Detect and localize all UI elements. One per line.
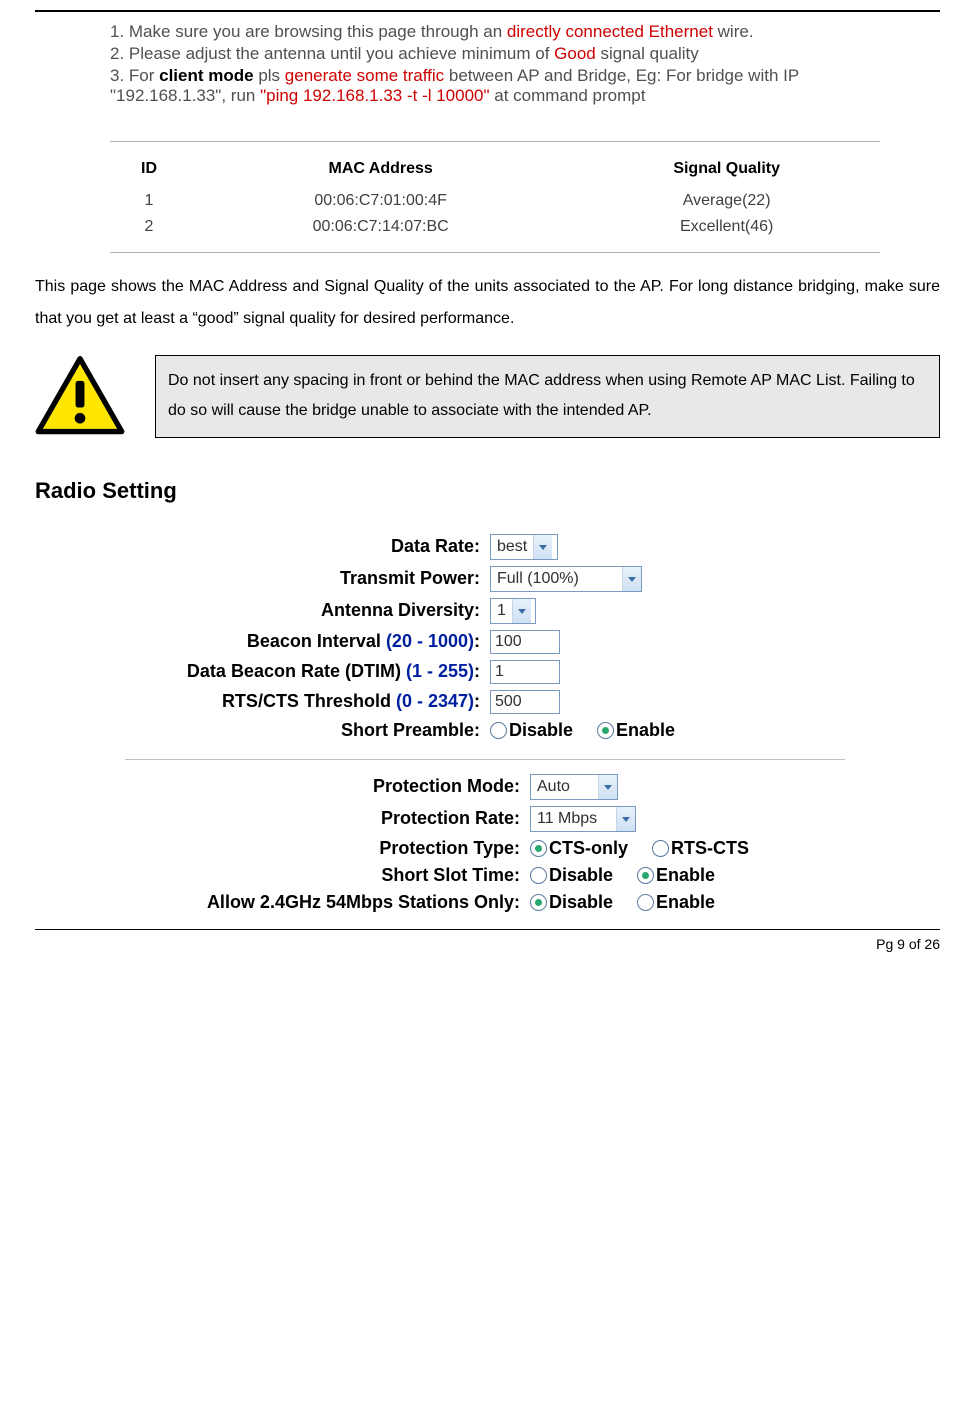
chevron-down-icon [622,567,641,591]
select-protection-rate[interactable]: 11 Mbps [530,806,636,832]
radio-allow24-enable[interactable]: Enable [637,892,715,913]
input-beacon-interval[interactable]: 100 [490,630,560,654]
table-row: 2 00:06:C7:14:07:BC Excellent(46) [110,214,880,240]
radio-settings-screenshot: Data Rate: best Transmit Power: Full (10… [135,534,940,913]
label-protection-type: Protection Type: [135,838,530,859]
input-dtim[interactable]: 1 [490,660,560,684]
label-beacon-interval: Beacon Interval (20 - 1000): [135,631,490,652]
table-row: 1 00:06:C7:01:00:4F Average(22) [110,188,880,214]
label-data-rate: Data Rate: [135,536,490,557]
section-heading-radio-setting: Radio Setting [35,478,940,504]
instruction-2: 2. Please adjust the antenna until you a… [110,44,880,64]
label-protection-mode: Protection Mode: [135,776,530,797]
label-dtim: Data Beacon Rate (DTIM) (1 - 255): [135,661,490,682]
label-short-preamble: Short Preamble: [135,720,490,741]
chevron-down-icon [512,599,531,623]
select-transmit-power[interactable]: Full (100%) [490,566,642,592]
signal-quality-table: ID MAC Address Signal Quality 1 00:06:C7… [110,150,880,240]
radio-short-slot-enable[interactable]: Enable [637,865,715,886]
col-sq: Signal Quality [573,150,880,188]
col-id: ID [110,150,188,188]
radio-allow24-disable[interactable]: Disable [530,892,613,913]
signal-quality-screenshot: 1. Make sure you are browsing this page … [110,22,880,253]
chevron-down-icon [616,807,635,831]
instruction-3: 3. For client mode pls generate some tra… [110,66,880,106]
label-antenna-diversity: Antenna Diversity: [135,600,490,621]
input-rtscts[interactable]: 500 [490,690,560,714]
instruction-1: 1. Make sure you are browsing this page … [110,22,880,42]
radio-protection-cts-only[interactable]: CTS-only [530,838,628,859]
radio-short-preamble-disable[interactable]: Disable [490,720,573,741]
warning-text: Do not insert any spacing in front or be… [155,355,940,438]
label-short-slot: Short Slot Time: [135,865,530,886]
col-mac: MAC Address [188,150,573,188]
select-data-rate[interactable]: best [490,534,558,560]
radio-protection-rts-cts[interactable]: RTS-CTS [652,838,749,859]
page-number: Pg 9 of 26 [35,930,940,972]
label-protection-rate: Protection Rate: [135,808,530,829]
radio-short-slot-disable[interactable]: Disable [530,865,613,886]
radio-short-preamble-enable[interactable]: Enable [597,720,675,741]
select-protection-mode[interactable]: Auto [530,774,618,800]
select-antenna-diversity[interactable]: 1 [490,598,536,624]
warning-icon [35,356,125,436]
label-allow-24ghz: Allow 2.4GHz 54Mbps Stations Only: [135,892,530,913]
label-transmit-power: Transmit Power: [135,568,490,589]
body-paragraph: This page shows the MAC Address and Sign… [35,271,940,335]
chevron-down-icon [533,535,552,559]
label-rtscts: RTS/CTS Threshold (0 - 2347): [135,691,490,712]
chevron-down-icon [598,775,617,799]
